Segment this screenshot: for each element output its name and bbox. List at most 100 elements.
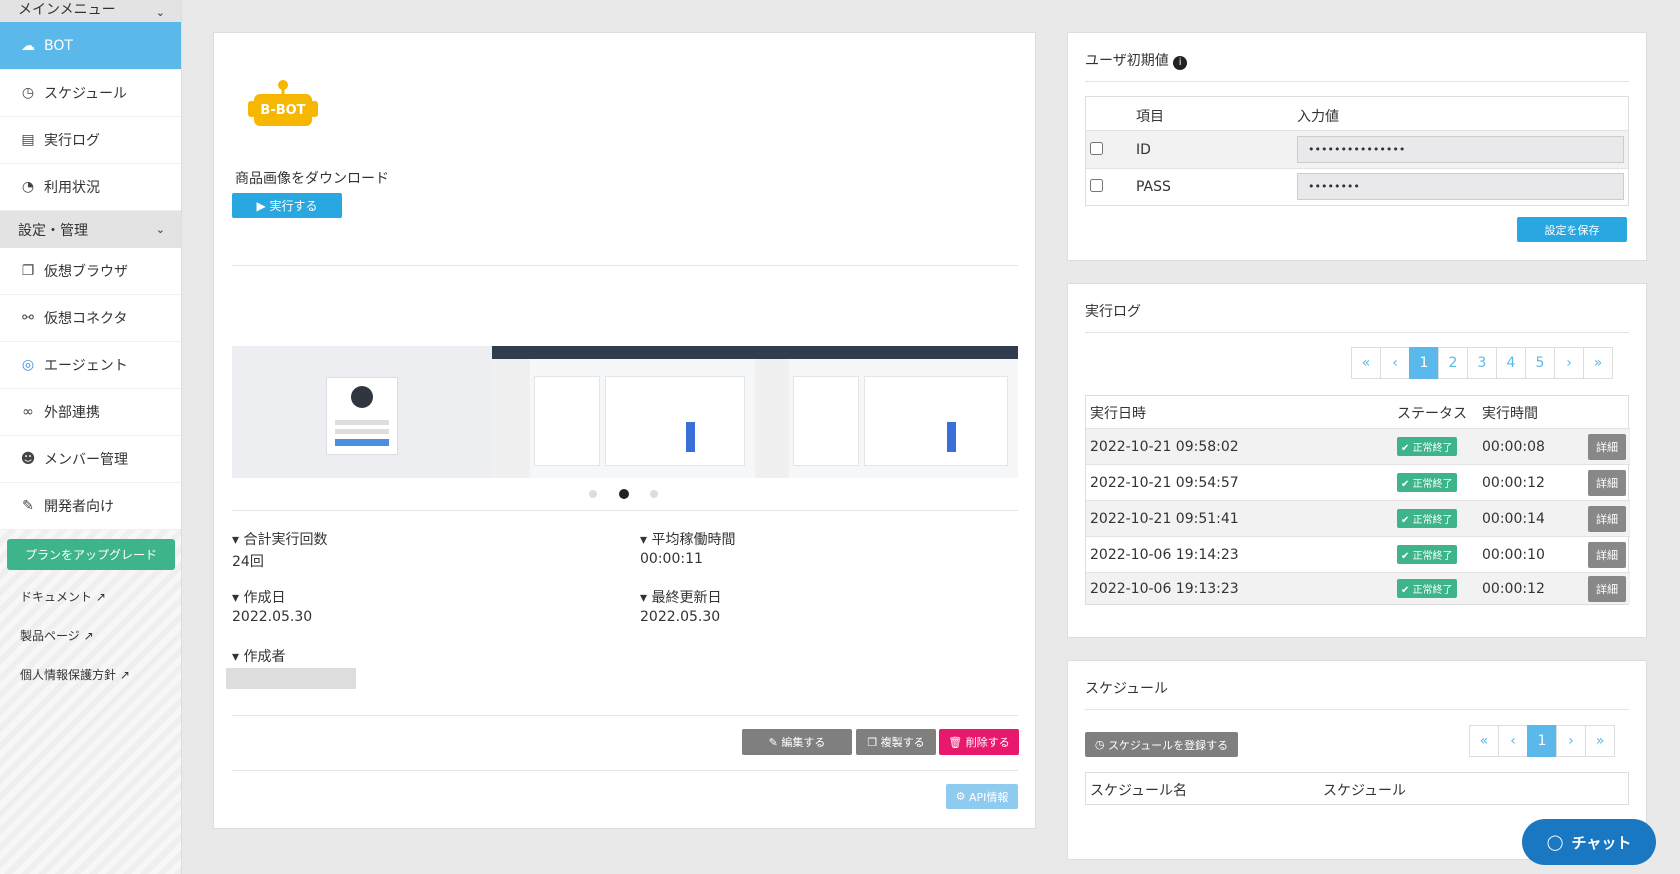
detail-button[interactable]: 詳細 xyxy=(1588,505,1626,532)
avg-time-label: ▾ 平均稼働時間 xyxy=(640,532,736,548)
detail-button[interactable]: 詳細 xyxy=(1588,433,1626,460)
col-schedule-name-header: スケジュール名 xyxy=(1090,783,1188,799)
docs-link[interactable]: ドキュメント ↗ xyxy=(20,588,106,605)
sidebar-item-label: BOT xyxy=(44,37,73,54)
sidebar-item-label: 利用状況 xyxy=(44,180,100,196)
bot-logo-text: B-BOT xyxy=(260,103,306,118)
avg-time-value: 00:00:11 xyxy=(640,551,703,567)
upgrade-plan-button[interactable]: プランをアップグレード xyxy=(7,539,175,570)
author-label: ▾ 作成者 xyxy=(232,649,286,665)
link-icon: ∞ xyxy=(22,404,34,420)
table-row: 2022-10-21 09:54:57 ✔ 正常終了 00:00:12 詳細 xyxy=(1086,464,1630,500)
sidebar-item-label: 外部連携 xyxy=(44,405,100,421)
next-page-button[interactable]: › xyxy=(1556,725,1586,757)
updated-value: 2022.05.30 xyxy=(640,609,721,625)
pass-input[interactable]: •••••••• xyxy=(1297,173,1624,200)
schedule-pagination: « ‹ 1 › » xyxy=(1469,725,1615,757)
main-menu-header[interactable]: メインメニュー ⌄ xyxy=(0,0,181,22)
product-page-link[interactable]: 製品ページ ↗ xyxy=(20,627,94,644)
sidebar-item-usage[interactable]: ◔ 利用状況 xyxy=(0,164,181,211)
sidebar-item-developer[interactable]: ✎ 開発者向け xyxy=(0,483,181,530)
divider xyxy=(232,510,1018,511)
edit-button[interactable]: ✎ 編集する xyxy=(742,729,852,755)
row-duration: 00:00:12 xyxy=(1482,474,1545,491)
delete-button[interactable]: 🗑 削除する xyxy=(939,729,1019,755)
user-defaults-table: 項目 入力値 ID ••••••••••••••• PASS •••••••• xyxy=(1085,96,1629,206)
external-link-icon: ↗ xyxy=(95,590,106,604)
page-5[interactable]: 5 xyxy=(1525,347,1555,379)
chat-button[interactable]: ◯ チャット xyxy=(1522,819,1656,865)
sidebar-item-schedule[interactable]: ◷ スケジュール xyxy=(0,70,181,117)
row-datetime: 2022-10-06 19:13:23 xyxy=(1090,580,1239,597)
next-page-button[interactable]: › xyxy=(1554,347,1584,379)
row-checkbox[interactable] xyxy=(1090,142,1103,155)
sidebar-item-virtual-connector[interactable]: ⚯ 仮想コネクタ xyxy=(0,295,181,342)
gears-icon: ⚙ xyxy=(955,790,969,803)
api-info-button[interactable]: ⚙ API情報 xyxy=(946,784,1018,809)
col-item-header: 項目 xyxy=(1136,109,1164,125)
total-runs-label: ▾ 合計実行回数 xyxy=(232,532,328,548)
col-datetime-header: 実行日時 xyxy=(1090,406,1146,422)
info-icon: i xyxy=(1173,56,1188,70)
chevron-down-icon: ⌄ xyxy=(155,6,165,19)
page-4[interactable]: 4 xyxy=(1496,347,1526,379)
main-menu-label: メインメニュー xyxy=(18,2,116,18)
file-icon: ▤ xyxy=(21,132,35,148)
settings-menu-header[interactable]: 設定・管理 ⌄ xyxy=(0,211,181,248)
sidebar-item-members[interactable]: ☻ メンバー管理 xyxy=(0,436,181,483)
sidebar-item-integration[interactable]: ∞ 外部連携 xyxy=(0,389,181,436)
sidebar-item-bot[interactable]: ☁ BOT xyxy=(0,22,181,70)
divider xyxy=(232,770,1018,771)
first-page-button[interactable]: « xyxy=(1351,347,1381,379)
updated-label: ▾ 最終更新日 xyxy=(640,590,722,606)
row-checkbox[interactable] xyxy=(1090,179,1103,192)
pie-chart-icon: ◔ xyxy=(21,179,35,195)
carousel-dot-3[interactable] xyxy=(650,490,658,498)
total-runs-value: 24回 xyxy=(232,554,264,570)
table-row: ID ••••••••••••••• xyxy=(1086,130,1628,168)
detail-button[interactable]: 詳細 xyxy=(1588,469,1626,496)
first-page-button[interactable]: « xyxy=(1469,725,1499,757)
page-1[interactable]: 1 xyxy=(1409,347,1439,379)
sidebar-item-label: 仮想ブラウザ xyxy=(44,264,128,280)
register-schedule-button[interactable]: ◷ スケジュールを登録する xyxy=(1085,732,1238,757)
schedule-table: スケジュール名 スケジュール xyxy=(1085,772,1629,805)
row-datetime: 2022-10-21 09:54:57 xyxy=(1090,474,1239,491)
page-3[interactable]: 3 xyxy=(1467,347,1497,379)
last-page-button[interactable]: » xyxy=(1585,725,1615,757)
detail-button[interactable]: 詳細 xyxy=(1588,575,1626,602)
detail-button[interactable]: 詳細 xyxy=(1588,541,1626,568)
sidebar-footer xyxy=(0,530,181,874)
page-1[interactable]: 1 xyxy=(1527,725,1557,757)
save-settings-button[interactable]: 設定を保存 xyxy=(1517,217,1627,242)
table-row: 2022-10-06 19:13:23 ✔ 正常終了 00:00:12 詳細 xyxy=(1086,572,1630,604)
chat-bubble-icon: ◯ xyxy=(1546,833,1564,851)
sidebar-item-agent[interactable]: ◎ エージェント xyxy=(0,342,181,389)
copy-button[interactable]: ❐ 複製する xyxy=(856,729,936,755)
run-button[interactable]: ▶ 実行する xyxy=(232,193,342,218)
id-input[interactable]: ••••••••••••••• xyxy=(1297,136,1624,163)
exec-log-title: 実行ログ xyxy=(1085,304,1141,320)
sidebar-item-virtual-browser[interactable]: ❐ 仮想ブラウザ xyxy=(0,248,181,295)
col-schedule-header: スケジュール xyxy=(1323,783,1407,799)
carousel-slide-dashboard xyxy=(492,346,755,478)
privacy-policy-link[interactable]: 個人情報保護方針 ↗ xyxy=(20,666,130,683)
status-badge: ✔ 正常終了 xyxy=(1397,545,1457,564)
clock-icon: ◷ xyxy=(1094,738,1108,751)
divider xyxy=(1085,709,1629,710)
page-2[interactable]: 2 xyxy=(1438,347,1468,379)
table-row: 2022-10-06 19:14:23 ✔ 正常終了 00:00:10 詳細 xyxy=(1086,536,1630,572)
last-page-button[interactable]: » xyxy=(1583,347,1613,379)
sidebar-item-label: メンバー管理 xyxy=(44,452,128,468)
created-label: ▾ 作成日 xyxy=(232,590,286,606)
prev-page-button[interactable]: ‹ xyxy=(1380,347,1410,379)
carousel-dot-2[interactable] xyxy=(619,489,629,499)
prev-page-button[interactable]: ‹ xyxy=(1498,725,1528,757)
carousel-dot-1[interactable] xyxy=(589,490,597,498)
divider xyxy=(232,715,1018,716)
sidebar-item-exec-log[interactable]: ▤ 実行ログ xyxy=(0,117,181,164)
divider xyxy=(1085,332,1629,333)
agent-icon: ◎ xyxy=(21,357,35,373)
trash-icon: 🗑 xyxy=(948,735,966,749)
clock-icon: ◷ xyxy=(21,85,35,101)
